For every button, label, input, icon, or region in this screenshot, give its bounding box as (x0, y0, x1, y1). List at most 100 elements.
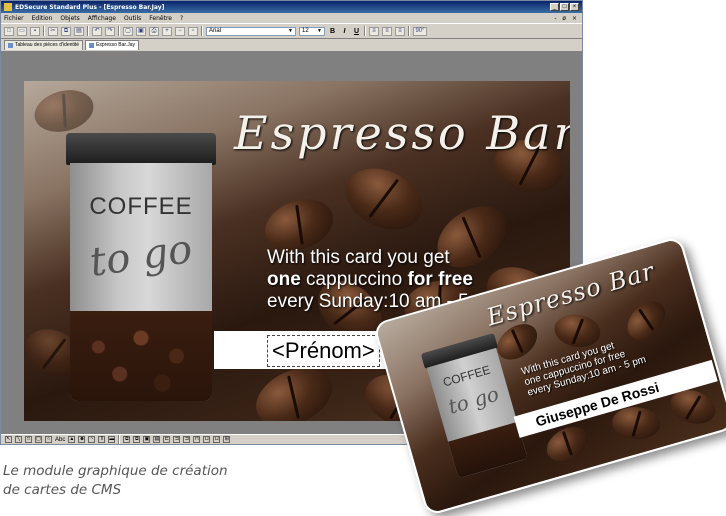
printed-cup-beans (448, 421, 528, 479)
menu-help[interactable]: ? (180, 15, 183, 22)
toolbar-separator (408, 26, 410, 36)
toolbar-separator (43, 26, 45, 36)
print-preview-icon[interactable]: ▣ (136, 26, 146, 36)
menu-objets[interactable]: Objets (60, 15, 79, 22)
magstripe-tool-icon[interactable]: ▬ (108, 436, 116, 443)
offer-emphasis-one: one (267, 269, 301, 290)
font-size-value: 12 (302, 28, 309, 34)
align-bottom-icon[interactable]: ⊔ (213, 436, 221, 443)
cup-label-coffee: COFFEE (89, 193, 193, 220)
menu-fenetre[interactable]: Fenêtre (149, 15, 172, 22)
group-icon[interactable]: ▣ (143, 436, 151, 443)
app-icon (4, 3, 12, 11)
rectangle-tool-icon[interactable]: □ (25, 436, 32, 443)
line-tool-icon[interactable]: ╲ (15, 436, 22, 443)
window-controls: _ □ × (550, 3, 579, 11)
chevron-down-icon: ▼ (317, 28, 322, 34)
zoom-out-icon[interactable]: − (175, 26, 185, 36)
window-title: EDSecure Standard Plus - [Espresso Bar.J… (15, 3, 165, 11)
cup-beans-image (70, 311, 212, 401)
signature-tool-icon[interactable]: ~ (88, 436, 96, 443)
font-size-select[interactable]: 12 ▼ (299, 26, 325, 36)
underline-button[interactable]: U (352, 28, 361, 35)
document-icon (89, 43, 95, 48)
close-button[interactable]: × (570, 3, 579, 11)
redo-icon[interactable]: ↷ (105, 26, 115, 36)
name-variable-field[interactable]: <Prénom> (267, 335, 380, 367)
offer-line-2: one cappuccino for free (267, 269, 500, 291)
bold-button[interactable]: B (328, 28, 337, 35)
offer-line-1: With this card you get (267, 247, 450, 268)
toolbar-separator (201, 26, 203, 36)
align-center-icon[interactable]: ≡ (382, 26, 392, 36)
menu-outils[interactable]: Outils (124, 15, 141, 22)
table-icon (8, 43, 13, 48)
printed-cup-body: COFFEE to go (426, 347, 528, 479)
select-arrow-icon[interactable]: ↖ (5, 436, 12, 443)
card-title[interactable]: Espresso Bar (234, 106, 570, 160)
bring-front-icon[interactable]: ⧉ (123, 436, 131, 443)
font-name-select[interactable]: Arial ▼ (206, 26, 296, 36)
undo-icon[interactable]: ↶ (92, 26, 102, 36)
text-tool-button[interactable]: Abc (55, 437, 65, 443)
tab-label: Tableau des pièces d'identité (15, 42, 80, 48)
frame-icon[interactable]: ▢ (123, 26, 133, 36)
offer-cappuccino: cappuccino (300, 269, 408, 290)
align-middle-icon[interactable]: ⊔ (203, 436, 211, 443)
menu-bar: Fichier Edition Objets Affichage Outils … (1, 13, 582, 23)
image-tool-icon[interactable]: ▲ (68, 436, 76, 443)
distribute-icon[interactable]: ⊞ (223, 436, 231, 443)
coffee-bean-image (335, 156, 433, 242)
align-left-icon[interactable]: ≡ (369, 26, 379, 36)
italic-button[interactable]: I (340, 28, 349, 35)
rounded-rect-tool-icon[interactable]: ▢ (35, 436, 42, 443)
coffee-bean-image (611, 405, 662, 441)
cup-label-to-go: to go (87, 226, 195, 286)
zoom-in-icon[interactable]: + (162, 26, 172, 36)
photo-tool-icon[interactable]: ☻ (78, 436, 86, 443)
send-back-icon[interactable]: ⧉ (133, 436, 141, 443)
caption-line-1: Le module graphique de création (3, 463, 228, 479)
open-icon[interactable]: ▭ (17, 26, 27, 36)
main-toolbar: □ ▭ ▪ ✂ ⧉ ▤ ↶ ↷ ▢ ▣ ⎙ + − ▫ Arial ▼ 12 ▼… (1, 23, 582, 39)
align-left-icon[interactable]: ⊏ (163, 436, 171, 443)
print-icon[interactable]: ⎙ (149, 26, 159, 36)
document-window-controls[interactable]: - ø × (554, 15, 579, 22)
figure-caption: Le module graphique de création de carte… (3, 462, 228, 500)
save-icon[interactable]: ▪ (30, 26, 40, 36)
barcode-tool-icon[interactable]: ‖ (98, 436, 106, 443)
font-name-value: Arial (209, 28, 222, 34)
align-right-icon[interactable]: ⊐ (183, 436, 191, 443)
caption-line-2: de cartes de CMS (3, 482, 122, 498)
tab-id-pieces[interactable]: Tableau des pièces d'identité (4, 40, 84, 50)
chevron-down-icon: ▼ (288, 28, 293, 34)
rotate-button[interactable]: 90° (413, 26, 427, 36)
minimize-button[interactable]: _ (550, 3, 559, 11)
align-right-icon[interactable]: ≡ (395, 26, 405, 36)
cup-body: COFFEE to go (70, 163, 212, 401)
menu-edition[interactable]: Edition (32, 15, 53, 22)
menu-fichier[interactable]: Fichier (4, 15, 24, 22)
toolbar-separator (118, 26, 120, 36)
document-tabs: Tableau des pièces d'identité Espresso B… (1, 39, 582, 50)
coffee-cup-image[interactable]: COFFEE to go (66, 133, 216, 401)
toolbar-separator (118, 434, 121, 444)
maximize-button[interactable]: □ (560, 3, 569, 11)
offer-emphasis-free: for free (407, 269, 473, 290)
copy-icon[interactable]: ⧉ (61, 26, 71, 36)
align-top-icon[interactable]: ⊓ (193, 436, 201, 443)
cut-icon[interactable]: ✂ (48, 26, 58, 36)
align-center-icon[interactable]: ⊐ (173, 436, 181, 443)
tab-espresso-bar[interactable]: Espresso Bar.Jay (85, 40, 139, 50)
tab-label: Espresso Bar.Jay (96, 42, 135, 48)
ungroup-icon[interactable]: ▤ (153, 436, 161, 443)
paste-icon[interactable]: ▤ (74, 26, 84, 36)
ellipse-tool-icon[interactable]: ○ (45, 436, 52, 443)
menu-affichage[interactable]: Affichage (88, 15, 116, 22)
title-bar: EDSecure Standard Plus - [Espresso Bar.J… (1, 1, 582, 13)
fit-page-icon[interactable]: ▫ (188, 26, 198, 36)
new-icon[interactable]: □ (4, 26, 14, 36)
toolbar-separator (364, 26, 366, 36)
toolbar-separator (87, 26, 89, 36)
coffee-bean-image (29, 83, 99, 139)
